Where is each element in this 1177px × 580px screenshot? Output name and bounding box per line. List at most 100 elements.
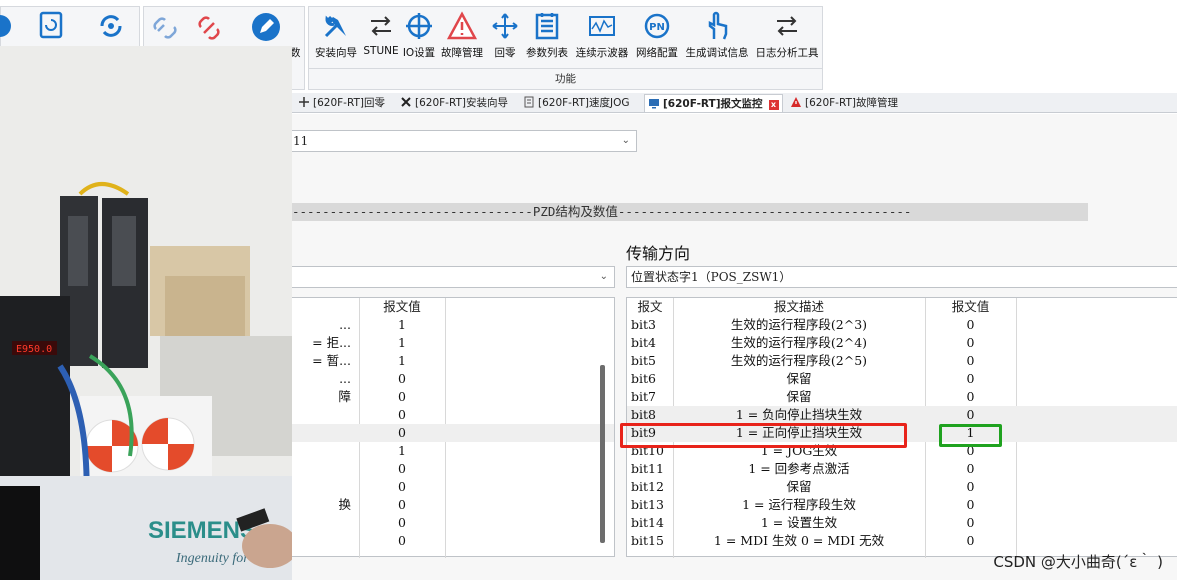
row-value: 0 [398, 371, 406, 386]
row-description: 1 = 负向停止挡块生效 [735, 407, 863, 422]
row-description [289, 460, 351, 478]
row-bit: bit12 [631, 479, 664, 494]
table-row[interactable]: 0 [289, 514, 614, 532]
row-value: 0 [966, 317, 975, 332]
tab-install-wizard[interactable]: [620F-RT]安装向导 [400, 94, 508, 112]
left-word-select[interactable]: ⌄ [288, 266, 615, 288]
row-value: 1 [398, 317, 406, 332]
row-value: 0 [966, 479, 975, 494]
install-wizard-label: 安装向导 [315, 47, 357, 59]
row-value: 0 [398, 515, 406, 530]
row-description: 1 = 运行程序段生效 [742, 497, 856, 512]
unlink-icon[interactable] [194, 13, 224, 43]
table-row[interactable]: bit4 生效的运行程序段(2^4) 0 [627, 334, 1177, 352]
table-row[interactable]: bit6 保留 0 [627, 370, 1177, 388]
row-description: ... [339, 371, 351, 386]
row-value: 0 [398, 533, 406, 548]
tab-homing-label: [620F-RT]回零 [313, 97, 386, 109]
bit9-value-highlight-box [939, 424, 1002, 447]
row-value: 0 [398, 407, 406, 422]
row-bit: bit15 [631, 533, 664, 548]
row-value: 1 [398, 443, 406, 458]
touch-hand-icon [708, 11, 728, 40]
power-icon[interactable] [0, 12, 12, 40]
row-description: 保留 [786, 371, 812, 386]
table-row[interactable]: 0 [289, 532, 614, 550]
io-settings-button[interactable]: IO设置 [401, 11, 437, 60]
tab-homing[interactable]: [620F-RT]回零 [298, 94, 385, 112]
list-table-icon [535, 13, 559, 40]
table-row[interactable]: 0 [289, 460, 614, 478]
tab-speed-jog[interactable]: [620F-RT]速度JOG [523, 94, 630, 112]
table-row[interactable]: bit14 1 = 设置生效 0 [627, 514, 1177, 532]
vertical-scrollbar[interactable] [600, 365, 605, 543]
table-row[interactable]: = 拒... 1 [289, 334, 614, 352]
row-description: 生效的运行程序段(2^4) [730, 335, 868, 350]
upload-device-icon[interactable] [37, 10, 65, 42]
column-header-bit: 报文 [637, 299, 663, 314]
table-row[interactable]: 0 [289, 406, 614, 424]
row-description: 1 = MDI 生效 0 = MDI 无效 [713, 533, 885, 548]
tab-close-icon[interactable]: x [768, 100, 779, 110]
row-description: 换 [338, 497, 351, 512]
log-analysis-button[interactable]: 日志分析工具 [753, 11, 821, 60]
row-value: 0 [966, 533, 975, 548]
oscilloscope-label: 连续示波器 [575, 47, 629, 59]
homing-label: 回零 [494, 47, 516, 59]
table-row[interactable]: ... 0 [289, 370, 614, 388]
oscilloscope-button[interactable]: 连续示波器 [573, 11, 631, 60]
link-icon[interactable] [150, 13, 180, 43]
monitor-icon [649, 99, 659, 109]
ribbon-group-functions: 安装向导 STUNE IO设置 故障管理 回零 参数列表 连续示波器 PN 网络 [308, 6, 823, 90]
parameter-list-label: 参数列表 [526, 47, 568, 59]
bit9-highlight-box [620, 423, 907, 448]
network-config-button[interactable]: PN 网络配置 [633, 11, 681, 60]
homing-button[interactable]: 回零 [489, 11, 521, 60]
crosshair-icon [406, 13, 432, 39]
webcam-photo-overlay: E950.0 SIEMENS Ingenuity for life [0, 46, 292, 580]
left-telegram-table: 报文值 ... 1 = 拒... 1 = 暂... 1... 0 障 0 0 0 1 0 0 换 0 0 0 [288, 297, 615, 558]
table-row[interactable]: 1 [289, 442, 614, 460]
table-row[interactable]: 障0 [289, 388, 614, 406]
row-bit: bit7 [631, 389, 656, 404]
table-row[interactable]: bit5 生效的运行程序段(2^5) 0 [627, 352, 1177, 370]
row-description: 保留 [786, 389, 812, 404]
table-row[interactable]: 0 [289, 478, 614, 496]
table-row[interactable]: = 暂... 1 [289, 352, 614, 370]
fault-management-button[interactable]: 故障管理 [439, 11, 485, 60]
sync-icon[interactable] [96, 10, 126, 42]
stune-label: STUNE [363, 45, 399, 57]
install-wizard-button[interactable]: 安装向导 [313, 11, 359, 60]
table-row[interactable]: bit12 保留 0 [627, 478, 1177, 496]
row-value: 0 [966, 407, 975, 422]
table-row[interactable]: bit13 1 = 运行程序段生效 0 [627, 496, 1177, 514]
tab-fault-management[interactable]: [620F-RT]故障管理 [790, 94, 898, 112]
row-description [289, 478, 351, 496]
status-word-select-value: 位置状态字1（POS_ZSW1） [631, 270, 792, 284]
table-row[interactable]: bit3 生效的运行程序段(2^3) 0 [627, 316, 1177, 334]
table-row[interactable]: 换0 [289, 496, 614, 514]
pzd-section-title: --------------------------------PZD结构及数值… [292, 203, 1088, 221]
table-row[interactable]: bit8 1 = 负向停止挡块生效 0 [627, 406, 1177, 424]
tab-message-monitor[interactable]: [620F-RT]报文监控 x [644, 94, 783, 112]
table-row[interactable]: 0 [289, 424, 614, 442]
row-value: 0 [398, 497, 406, 512]
row-value: 0 [398, 389, 406, 404]
row-bit: bit6 [631, 371, 656, 386]
table-row[interactable]: bit7 保留 0 [627, 388, 1177, 406]
parameter-list-button[interactable]: 参数列表 [523, 11, 571, 60]
status-word-select[interactable]: 位置状态字1（POS_ZSW1） [626, 266, 1177, 288]
tab-install-wizard-label: [620F-RT]安装向导 [415, 97, 509, 109]
telegram-select[interactable]: 11 ⌄ [288, 130, 637, 152]
row-description: 1 = 设置生效 [760, 515, 838, 530]
table-row[interactable]: bit11 1 = 回参考点激活 0 [627, 460, 1177, 478]
chevron-down-icon: ⌄ [599, 271, 608, 282]
generate-debug-info-button[interactable]: 生成调试信息 [683, 11, 751, 60]
stune-button[interactable]: STUNE [361, 11, 401, 57]
table-row[interactable]: ... 1 [289, 316, 614, 334]
row-description [289, 514, 351, 532]
telegram-select-value: 11 [293, 134, 309, 148]
row-value: 0 [966, 497, 975, 512]
table-row[interactable]: bit15 1 = MDI 生效 0 = MDI 无效 0 [627, 532, 1177, 550]
edit-pencil-icon[interactable] [250, 11, 282, 43]
